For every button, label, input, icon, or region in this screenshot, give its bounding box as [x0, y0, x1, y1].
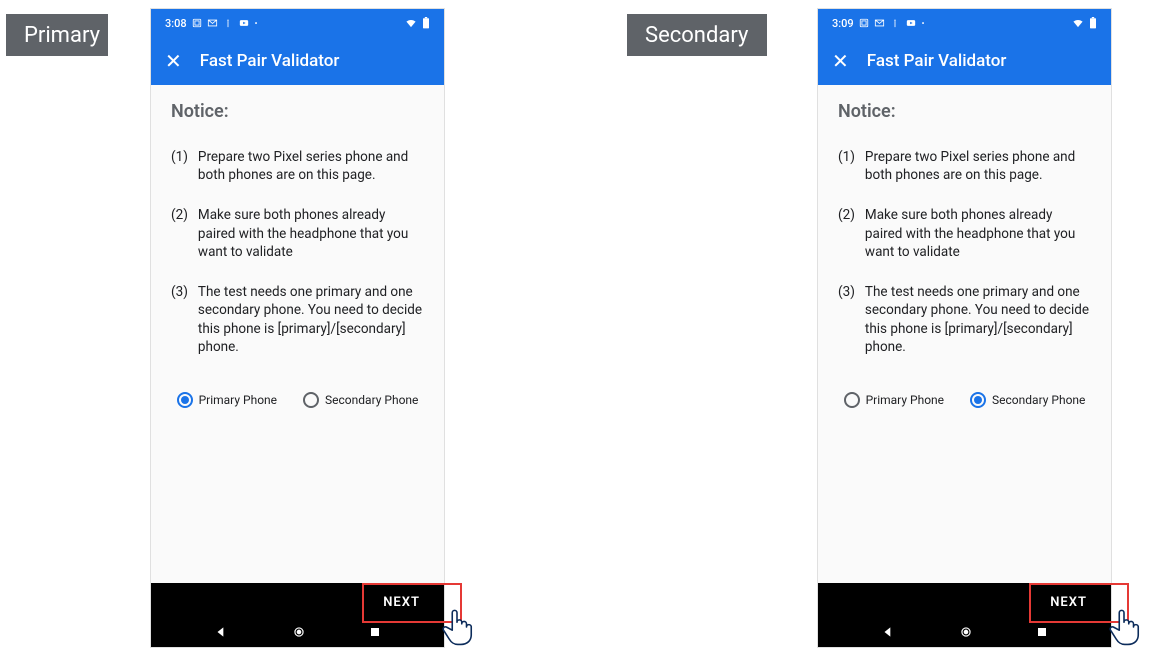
radio-primary[interactable]: Primary Phone: [177, 392, 277, 408]
phone-primary: 3:08 •: [150, 8, 445, 648]
status-time: 3:08: [165, 17, 187, 30]
nav-home-icon[interactable]: [959, 625, 973, 639]
app-title: Fast Pair Validator: [867, 51, 1007, 71]
status-left: 3:08 •: [165, 17, 257, 30]
radio-group: Primary Phone Secondary Phone: [171, 392, 424, 408]
wifi-icon: [1071, 18, 1085, 29]
antenna-icon: [223, 18, 233, 28]
screenshot-icon: [859, 18, 869, 28]
antenna-icon: [890, 18, 900, 28]
step-1-text: Prepare two Pixel series phone and both …: [198, 148, 424, 184]
step-3-num: (3): [838, 283, 855, 356]
nav-back-icon[interactable]: [214, 625, 228, 639]
radio-primary-label: Primary Phone: [866, 393, 944, 407]
step-3: (3) The test needs one primary and one s…: [838, 283, 1091, 356]
step-3-text: The test needs one primary and one secon…: [198, 283, 424, 356]
status-bar: 3:09 •: [818, 9, 1111, 37]
step-2-text: Make sure both phones already paired wit…: [865, 206, 1091, 261]
next-button-label: NEXT: [1050, 595, 1087, 610]
tag-primary: Primary: [6, 14, 108, 56]
nav-back-icon[interactable]: [881, 625, 895, 639]
step-2: (2) Make sure both phones already paired…: [838, 206, 1091, 261]
step-3-num: (3): [171, 283, 188, 356]
radio-group: Primary Phone Secondary Phone: [838, 392, 1091, 408]
nav-home-icon[interactable]: [292, 625, 306, 639]
radio-primary-icon: [844, 392, 860, 408]
nav-recents-icon[interactable]: [369, 626, 381, 638]
gmail-icon: [207, 18, 218, 28]
radio-primary[interactable]: Primary Phone: [844, 392, 944, 408]
content-area: Notice: (1) Prepare two Pixel series pho…: [818, 85, 1111, 585]
radio-primary-icon: [177, 392, 193, 408]
status-right: [1071, 17, 1097, 29]
dot-icon: •: [255, 19, 258, 28]
radio-secondary-icon: [303, 392, 319, 408]
tag-secondary-text: Secondary: [645, 23, 748, 48]
title-bar: ✕ Fast Pair Validator: [818, 37, 1111, 85]
android-nav: [151, 617, 444, 647]
notice-heading: Notice:: [838, 101, 1091, 122]
battery-icon: [1089, 17, 1097, 29]
status-left: 3:09 •: [832, 17, 924, 30]
radio-primary-label: Primary Phone: [199, 393, 277, 407]
youtube-icon: [905, 18, 917, 28]
title-bar: ✕ Fast Pair Validator: [151, 37, 444, 85]
radio-secondary-icon: [970, 392, 986, 408]
android-nav: [818, 617, 1111, 647]
step-1: (1) Prepare two Pixel series phone and b…: [171, 148, 424, 184]
radio-secondary[interactable]: Secondary Phone: [970, 392, 1085, 408]
step-2-text: Make sure both phones already paired wit…: [198, 206, 424, 261]
step-1-num: (1): [171, 148, 188, 184]
app-title: Fast Pair Validator: [200, 51, 340, 71]
nav-recents-icon[interactable]: [1036, 626, 1048, 638]
step-2: (2) Make sure both phones already paired…: [171, 206, 424, 261]
screenshot-icon: [192, 18, 202, 28]
wifi-icon: [404, 18, 418, 29]
cursor-hand-icon: [1107, 608, 1141, 646]
step-3: (3) The test needs one primary and one s…: [171, 283, 424, 356]
tag-primary-text: Primary: [24, 23, 100, 48]
cursor-hand-icon: [440, 608, 474, 646]
notice-heading: Notice:: [171, 101, 424, 122]
battery-icon: [422, 17, 430, 29]
status-right: [404, 17, 430, 29]
bottom-bar: NEXT: [818, 583, 1111, 647]
close-icon[interactable]: ✕: [832, 51, 849, 71]
step-2-num: (2): [171, 206, 188, 261]
radio-secondary[interactable]: Secondary Phone: [303, 392, 418, 408]
next-button-label: NEXT: [383, 595, 420, 610]
step-1: (1) Prepare two Pixel series phone and b…: [838, 148, 1091, 184]
step-3-text: The test needs one primary and one secon…: [865, 283, 1091, 356]
step-1-num: (1): [838, 148, 855, 184]
content-area: Notice: (1) Prepare two Pixel series pho…: [151, 85, 444, 585]
step-1-text: Prepare two Pixel series phone and both …: [865, 148, 1091, 184]
phone-secondary: 3:09 •: [817, 8, 1112, 648]
gmail-icon: [874, 18, 885, 28]
tag-secondary: Secondary: [627, 14, 767, 56]
step-2-num: (2): [838, 206, 855, 261]
youtube-icon: [238, 18, 250, 28]
dot-icon: •: [922, 19, 925, 28]
close-icon[interactable]: ✕: [165, 51, 182, 71]
radio-secondary-label: Secondary Phone: [992, 393, 1085, 407]
status-bar: 3:08 •: [151, 9, 444, 37]
bottom-bar: NEXT: [151, 583, 444, 647]
status-time: 3:09: [832, 17, 854, 30]
radio-secondary-label: Secondary Phone: [325, 393, 418, 407]
